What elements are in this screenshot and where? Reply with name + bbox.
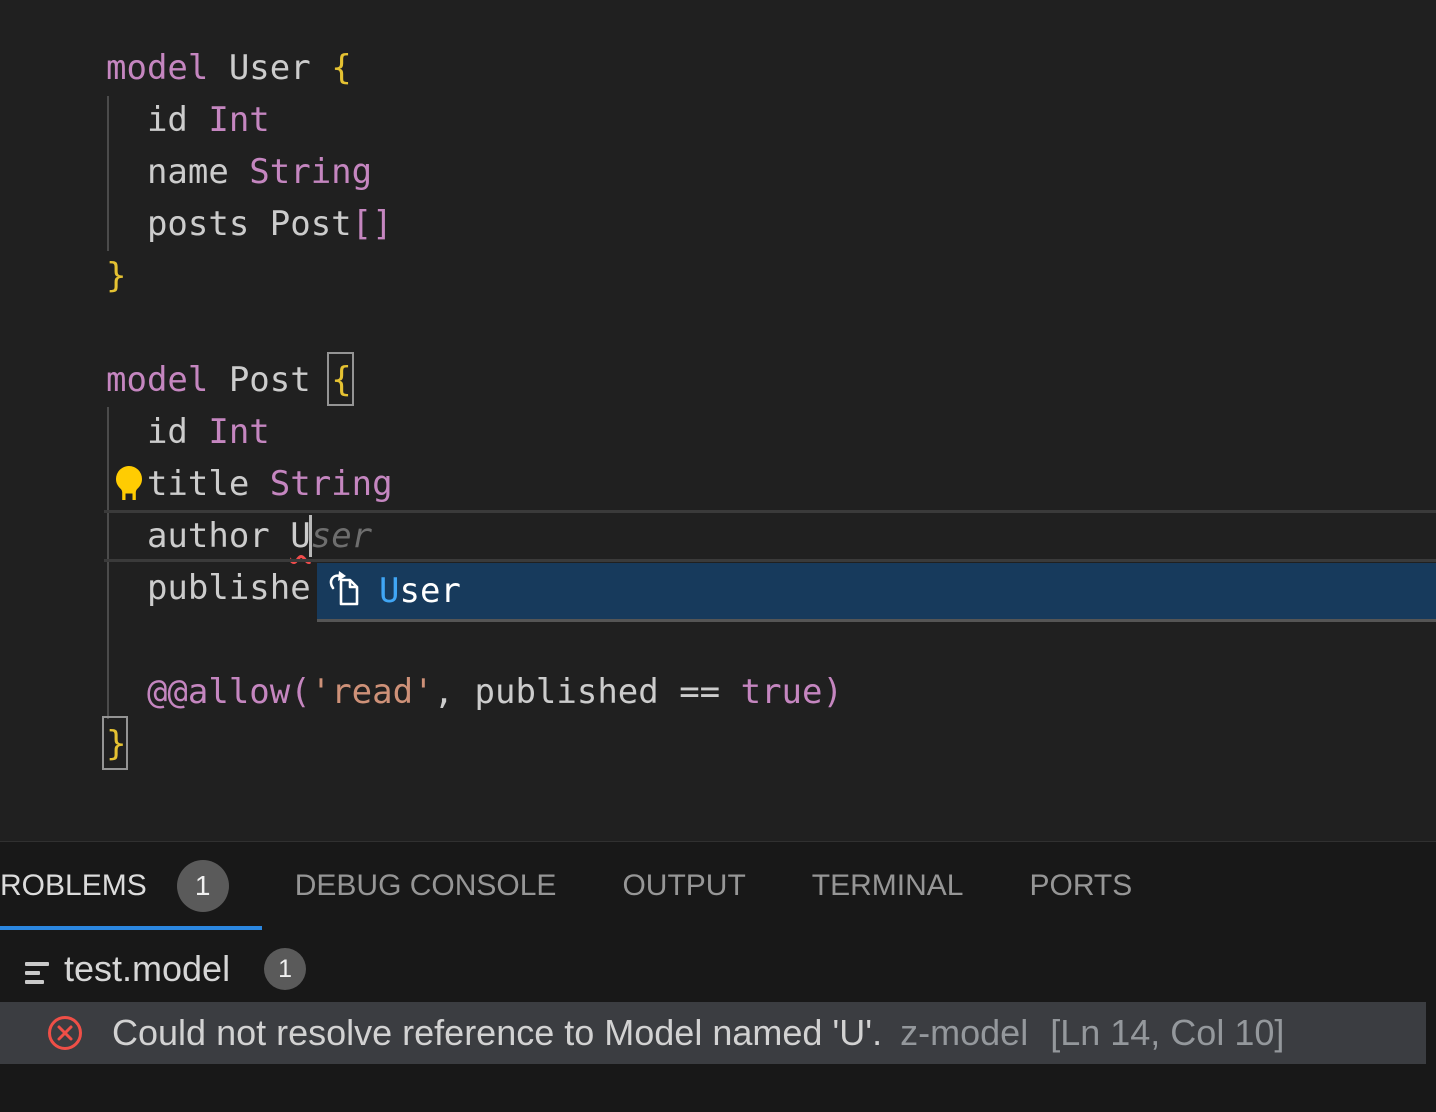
file-problems-count-badge: 1 <box>264 948 306 990</box>
tab-output-label: OUTPUT <box>622 869 745 903</box>
code-token <box>106 672 147 712</box>
suggestion-match-text: U <box>379 571 399 611</box>
tab-ports-label: PORTS <box>1029 869 1132 903</box>
tab-problems-label: ROBLEMS <box>0 869 147 903</box>
file-icon <box>25 955 51 983</box>
code-line[interactable]: author User <box>0 510 1436 562</box>
code-line[interactable]: id Int <box>0 94 1436 146</box>
tab-terminal-label: TERMINAL <box>812 869 964 903</box>
code-line[interactable]: id Int <box>0 406 1436 458</box>
bracket-match: } <box>106 724 126 764</box>
suggestion-item-user[interactable]: User <box>379 571 461 611</box>
code-token: ( <box>290 672 310 712</box>
code-editor[interactable]: model User { id Int name String posts Po… <box>0 0 1436 841</box>
code-token: , published == <box>434 672 741 712</box>
code-token: { <box>331 48 351 88</box>
code-line[interactable]: model User { <box>0 42 1436 94</box>
code-line[interactable]: @@allow('read', published == true) <box>0 666 1436 718</box>
tab-debug-console[interactable]: DEBUG CONSOLE <box>262 842 590 930</box>
code-content: model User { id Int name String posts Po… <box>0 42 1436 770</box>
tab-output[interactable]: OUTPUT <box>589 842 778 930</box>
code-line[interactable]: posts Post[] <box>0 198 1436 250</box>
code-token: } <box>106 256 126 296</box>
error-location: [Ln 14, Col 10] <box>1050 1012 1284 1054</box>
code-token: Post <box>208 360 331 400</box>
bottom-panel: ROBLEMS 1 DEBUG CONSOLE OUTPUT TERMINAL … <box>0 841 1436 1112</box>
code-token: model <box>106 48 208 88</box>
code-token: @@allow <box>147 672 290 712</box>
code-line[interactable]: title String <box>0 458 1436 510</box>
error-icon <box>46 1014 84 1052</box>
suggestion-widget[interactable]: User <box>317 563 1436 622</box>
problems-file-row[interactable]: test.model 1 <box>0 936 1436 1002</box>
code-token: true <box>741 672 823 712</box>
problems-count-badge: 1 <box>177 860 229 912</box>
code-line[interactable]: } <box>0 250 1436 302</box>
suggestion-rest-text: ser <box>399 571 460 611</box>
error-source: z-model <box>900 1012 1028 1054</box>
code-token: Int <box>208 412 269 452</box>
code-line[interactable] <box>0 302 1436 354</box>
code-token: String <box>270 464 393 504</box>
error-message: Could not resolve reference to Model nam… <box>112 1012 882 1054</box>
code-token: String <box>249 152 372 192</box>
bracket-match: { <box>331 360 351 400</box>
code-token: U <box>290 516 310 556</box>
code-token: model <box>106 360 208 400</box>
code-token: name <box>106 152 249 192</box>
code-token: publishe <box>106 568 311 608</box>
code-line[interactable]: model Post { <box>0 354 1436 406</box>
panel-tab-bar: ROBLEMS 1 DEBUG CONSOLE OUTPUT TERMINAL … <box>0 842 1436 930</box>
code-token: User <box>208 48 331 88</box>
code-token: Int <box>208 100 269 140</box>
code-token: author <box>106 516 290 556</box>
tab-ports[interactable]: PORTS <box>996 842 1165 930</box>
inline-suggestion-ghost-text: ser <box>311 516 372 556</box>
problems-file-name: test.model <box>64 948 230 990</box>
tab-terminal[interactable]: TERMINAL <box>779 842 997 930</box>
tab-problems[interactable]: ROBLEMS 1 <box>0 842 262 930</box>
code-token: [] <box>352 204 393 244</box>
code-line[interactable]: name String <box>0 146 1436 198</box>
code-token: 'read' <box>311 672 434 712</box>
tab-debug-console-label: DEBUG CONSOLE <box>295 869 557 903</box>
code-token: id <box>106 412 208 452</box>
reference-icon <box>327 571 365 611</box>
code-token: posts Post <box>106 204 352 244</box>
problem-error-row[interactable]: Could not resolve reference to Model nam… <box>0 1002 1426 1064</box>
code-token: id <box>106 100 208 140</box>
lightbulb-icon[interactable] <box>112 465 146 505</box>
code-token: ) <box>823 672 843 712</box>
code-line[interactable]: } <box>0 718 1436 770</box>
